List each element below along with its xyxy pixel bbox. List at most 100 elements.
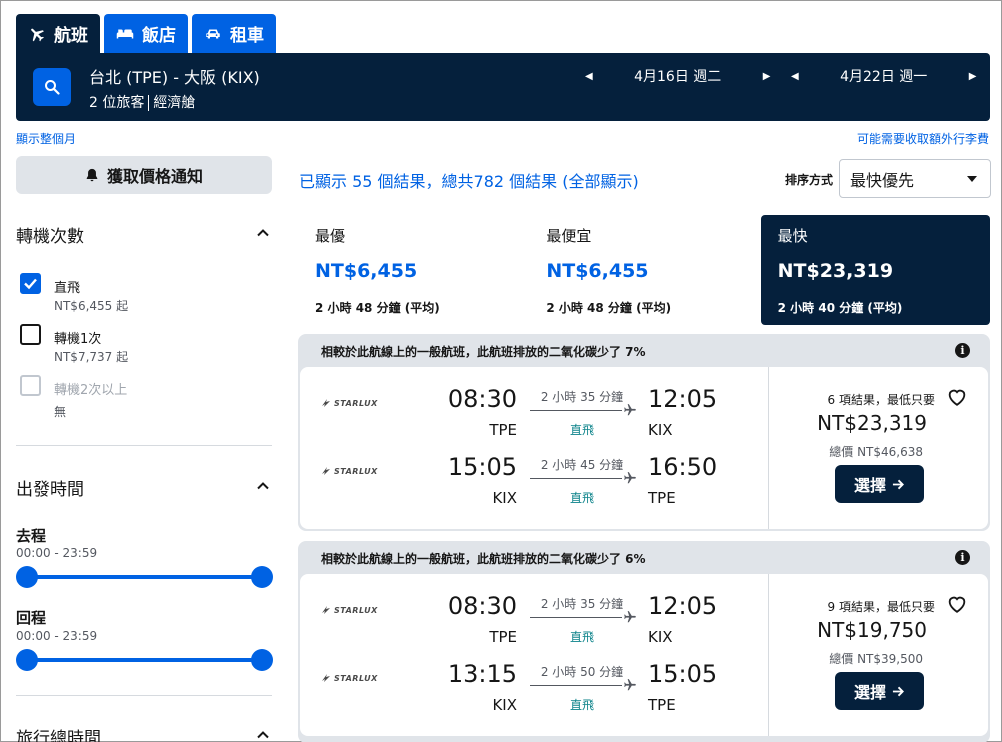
stops-text: 直飛 [569, 698, 594, 712]
search-button[interactable] [33, 68, 71, 106]
price-alert-button[interactable]: 獲取價格通知 [16, 156, 272, 194]
outbound-slider-min-handle[interactable] [16, 566, 38, 588]
baggage-fee-link[interactable]: 可能需要收取額外行李費 [857, 130, 989, 147]
flight-duration: 2 小時 45 分鐘 [540, 458, 624, 472]
price-column: 9 項結果，最低只要 NT$19,750 總價 NT$39,500 選擇 [770, 574, 988, 736]
select-button[interactable]: 選擇 [835, 465, 924, 503]
depart-date[interactable]: 4月16日 週二 [597, 66, 759, 86]
prev-return-date-arrow[interactable]: ◀ [787, 67, 803, 86]
arrival-airport: TPE [648, 696, 676, 714]
tab-hotels[interactable]: 飯店 [104, 14, 188, 53]
tab-fastest-label: 最快 [777, 227, 808, 245]
airline-name: STARLUX [334, 673, 378, 683]
tab-label: 飯店 [142, 26, 176, 46]
tab-best[interactable]: 最優 NT$6,455 2 小時 48 分鐘 (平均) [298, 215, 528, 325]
arrival-airport: TPE [648, 489, 676, 507]
route-text: 台北 (TPE) - 大阪 (KIX) [89, 68, 260, 87]
two-plus-stops-price: 無 [54, 405, 67, 419]
return-slider-track[interactable] [27, 658, 262, 662]
prev-depart-date-arrow[interactable]: ◀ [581, 67, 597, 86]
one-stop-label: 轉機1次 [54, 332, 102, 347]
tab-label: 航班 [54, 26, 88, 46]
next-depart-date-arrow[interactable]: ▶ [759, 67, 775, 86]
chevron-up-icon[interactable] [256, 728, 270, 742]
return-time-range: 00:00 - 23:59 [16, 629, 98, 643]
direct-checkbox[interactable] [20, 273, 41, 294]
select-button[interactable]: 選擇 [835, 672, 924, 710]
tab-cheapest[interactable]: 最便宜 NT$6,455 2 小時 48 分鐘 (平均) [529, 215, 759, 325]
route-line [530, 410, 622, 411]
stops-filter-title: 轉機次數 [16, 227, 84, 247]
flight-card-body: STARLUX 08:30 TPE 2 小時 35 分鐘 直飛 12:05 KI… [300, 574, 988, 736]
arrow-right-icon [892, 479, 904, 489]
tab-best-label: 最優 [315, 227, 346, 245]
flight-duration: 2 小時 50 分鐘 [540, 665, 624, 679]
airline-logo: STARLUX [321, 673, 378, 683]
return-slider-min-handle[interactable] [16, 649, 38, 671]
car-icon [206, 29, 220, 38]
departure-airport: KIX [492, 696, 517, 714]
bed-icon [116, 29, 134, 38]
sort-select[interactable]: 最快優先 [839, 159, 991, 198]
heart-icon[interactable] [946, 593, 968, 615]
airline-logo: STARLUX [321, 605, 378, 615]
two-plus-stops-checkbox [20, 375, 41, 396]
outbound-slider-max-handle[interactable] [251, 566, 273, 588]
return-slider-max-handle[interactable] [251, 649, 273, 671]
search-summary-bar[interactable]: 台北 (TPE) - 大阪 (KIX) 2 位旅客 經濟艙 ◀ 4月16日 週二 … [16, 53, 990, 121]
outbound-label: 去程 [16, 527, 47, 545]
outbound-leg: STARLUX 08:30 TPE 2 小時 35 分鐘 直飛 12:05 KI… [300, 574, 769, 646]
airline-name: STARLUX [334, 398, 378, 408]
plane-icon [624, 404, 636, 416]
airline-name: STARLUX [334, 605, 378, 615]
outbound-time-range: 00:00 - 23:59 [16, 546, 98, 560]
select-label: 選擇 [853, 683, 886, 702]
lowest-price: NT$23,319 [817, 411, 927, 435]
heart-icon[interactable] [946, 386, 968, 408]
cabin-text: 經濟艙 [153, 95, 196, 111]
divider [16, 445, 272, 446]
total-price: 總價 NT$39,500 [829, 652, 923, 666]
two-plus-stops-label: 轉機2次以上 [54, 383, 128, 398]
arrival-time: 12:05 [648, 592, 718, 620]
search-icon [45, 80, 60, 95]
arrival-time: 15:05 [648, 660, 718, 688]
price-column: 6 項結果，最低只要 NT$23,319 總價 NT$46,638 選擇 [770, 367, 988, 529]
airline-name: STARLUX [334, 466, 378, 476]
return-label: 回程 [16, 609, 47, 627]
plane-icon [624, 611, 636, 623]
plane-icon [624, 472, 636, 484]
tab-fastest[interactable]: 最快 NT$23,319 2 小時 40 分鐘 (平均) [760, 215, 990, 325]
tab-cheapest-price: NT$6,455 [546, 260, 649, 282]
tab-best-price: NT$6,455 [315, 260, 418, 282]
chevron-up-icon[interactable] [256, 479, 270, 493]
outbound-slider-track[interactable] [27, 575, 262, 579]
deal-count: 6 項結果，最低只要 [827, 393, 935, 407]
caret-down-icon [967, 176, 977, 182]
outbound-leg: STARLUX 08:30 TPE 2 小時 35 分鐘 直飛 12:05 KI… [300, 367, 769, 439]
plane-icon [31, 28, 44, 41]
one-stop-checkbox[interactable] [20, 324, 41, 345]
next-return-date-arrow[interactable]: ▶ [965, 67, 981, 86]
return-leg: STARLUX 15:05 KIX 2 小時 45 分鐘 直飛 16:50 TP… [300, 435, 769, 507]
product-tabs: 航班 飯店 租車 [16, 14, 276, 53]
info-icon[interactable]: i [955, 343, 970, 358]
info-icon[interactable]: i [955, 550, 970, 565]
eco-note: 相較於此航線上的一般航班，此航班排放的二氧化碳少了 6% [321, 552, 646, 566]
sort-value: 最快優先 [850, 170, 915, 190]
flight-legs[interactable]: STARLUX 08:30 TPE 2 小時 35 分鐘 直飛 12:05 KI… [300, 367, 769, 529]
eco-note: 相較於此航線上的一般航班，此航班排放的二氧化碳少了 7% [321, 345, 646, 359]
whole-month-link[interactable]: 顯示整個月 [16, 130, 76, 147]
results-count-link[interactable]: 已顯示 55 個結果，總共782 個結果 (全部顯示) [299, 168, 639, 192]
travellers-text: 2 位旅客 [89, 95, 145, 111]
departure-time: 15:05 [447, 453, 517, 481]
flight-legs[interactable]: STARLUX 08:30 TPE 2 小時 35 分鐘 直飛 12:05 KI… [300, 574, 769, 736]
tab-cheapest-label: 最便宜 [546, 227, 592, 245]
return-date[interactable]: 4月22日 週一 [803, 66, 965, 86]
flight-card-body: STARLUX 08:30 TPE 2 小時 35 分鐘 直飛 12:05 KI… [300, 367, 988, 529]
chevron-up-icon[interactable] [256, 226, 270, 240]
tab-cars[interactable]: 租車 [192, 14, 276, 53]
divider [16, 695, 272, 696]
starlux-logo-icon [322, 467, 330, 475]
tab-flights[interactable]: 航班 [16, 14, 100, 53]
